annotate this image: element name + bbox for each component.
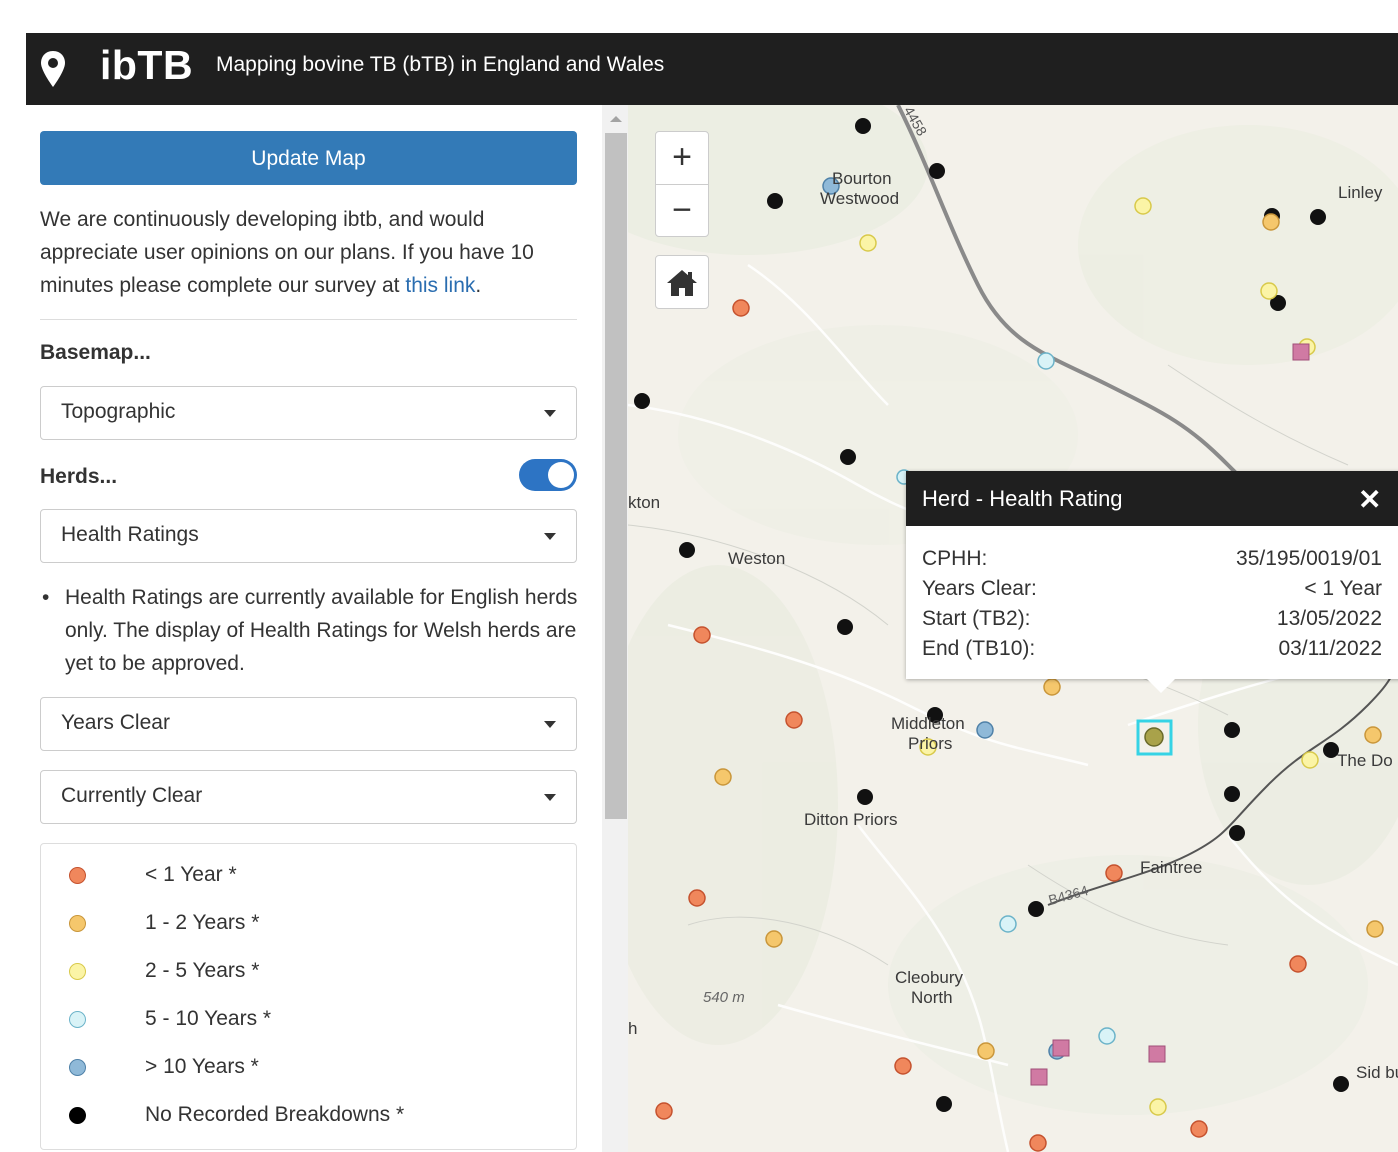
place-label: Middleton bbox=[891, 714, 965, 733]
update-map-button[interactable]: Update Map bbox=[40, 131, 577, 185]
herds-select[interactable]: Health Ratings bbox=[40, 509, 577, 563]
chevron-down-icon bbox=[544, 533, 556, 540]
legend-label: No Recorded Breakdowns * bbox=[145, 1103, 405, 1126]
elevation-label: 540 m bbox=[703, 989, 745, 1006]
popup-row: End (TB10): 03/11/2022 bbox=[922, 637, 1382, 667]
map-pin-icon bbox=[41, 51, 65, 87]
popup-key: Years Clear: bbox=[922, 577, 1037, 600]
sidebar: Update Map We are continuously developin… bbox=[26, 105, 602, 1152]
place-label: h bbox=[628, 1019, 638, 1038]
place-label: Faintree bbox=[1140, 858, 1203, 877]
currently-clear-select[interactable]: Currently Clear bbox=[40, 770, 577, 824]
zoom-out-button[interactable]: − bbox=[656, 185, 708, 237]
place-label: Linley bbox=[1338, 183, 1383, 202]
popup-key: Start (TB2): bbox=[922, 607, 1031, 630]
app-header: ibTB Mapping bovine TB (bTB) in England … bbox=[26, 33, 1398, 105]
legend-swatch bbox=[69, 915, 86, 932]
legend-swatch bbox=[69, 1107, 86, 1124]
basemap-select-value: Topographic bbox=[61, 400, 176, 423]
place-label: Priors bbox=[908, 734, 953, 753]
scroll-up-arrow-icon[interactable] bbox=[610, 116, 622, 122]
divider bbox=[40, 319, 577, 320]
popup-key: CPHH: bbox=[922, 547, 988, 570]
years-clear-select[interactable]: Years Clear bbox=[40, 697, 577, 751]
place-label: North bbox=[911, 988, 953, 1007]
survey-text-end: . bbox=[475, 274, 482, 297]
legend-label: 1 - 2 Years * bbox=[145, 911, 260, 934]
place-label: Weston bbox=[728, 549, 786, 568]
popup-header: Herd - Health Rating ✕ bbox=[906, 471, 1398, 526]
legend-swatch bbox=[69, 1011, 86, 1028]
currently-clear-select-value: Currently Clear bbox=[61, 784, 203, 807]
legend-swatch bbox=[69, 1059, 86, 1076]
place-label: Sid bu bbox=[1356, 1063, 1398, 1082]
legend-label: 5 - 10 Years * bbox=[145, 1007, 272, 1030]
legend-label: > 10 Years * bbox=[145, 1055, 259, 1078]
place-label: Ditton Priors bbox=[804, 810, 898, 829]
popup-key: End (TB10): bbox=[922, 637, 1036, 660]
health-ratings-note: • Health Ratings are currently available… bbox=[42, 581, 582, 680]
legend-item: No Recorded Breakdowns * bbox=[41, 1095, 576, 1139]
legend-label: 2 - 5 Years * bbox=[145, 959, 260, 982]
sidebar-scrollbar[interactable] bbox=[602, 105, 628, 1152]
survey-notice: We are continuously developing ibtb, and… bbox=[40, 203, 580, 302]
popup-value: 13/05/2022 bbox=[1276, 607, 1382, 630]
legend: < 1 Year * 1 - 2 Years * 2 - 5 Years * 5… bbox=[40, 843, 577, 1150]
toggle-knob bbox=[548, 462, 574, 488]
herds-label: Herds... bbox=[40, 465, 118, 488]
popup-value: 03/11/2022 bbox=[1278, 637, 1382, 660]
place-label: The Do bbox=[1337, 751, 1393, 770]
basemap-label: Basemap... bbox=[40, 341, 151, 364]
map[interactable]: Bourton Westwood Linley kton Weston Midd… bbox=[628, 105, 1398, 1152]
popup-row: Start (TB2): 13/05/2022 bbox=[922, 607, 1382, 637]
legend-item: 2 - 5 Years * bbox=[41, 951, 576, 995]
zoom-in-button[interactable]: + bbox=[656, 132, 708, 184]
legend-item: < 1 Year * bbox=[41, 855, 576, 899]
legend-item: > 10 Years * bbox=[41, 1047, 576, 1091]
health-ratings-note-text: Health Ratings are currently available f… bbox=[65, 586, 578, 675]
app-logo: ibTB bbox=[100, 42, 194, 88]
survey-link[interactable]: this link bbox=[405, 274, 475, 297]
close-icon[interactable]: ✕ bbox=[1358, 483, 1381, 516]
chevron-down-icon bbox=[544, 410, 556, 417]
years-clear-select-value: Years Clear bbox=[61, 711, 170, 734]
home-button[interactable] bbox=[655, 255, 709, 309]
legend-item: 5 - 10 Years * bbox=[41, 999, 576, 1043]
chevron-down-icon bbox=[544, 721, 556, 728]
selected-herd bbox=[1136, 719, 1173, 756]
popup-row: Years Clear: < 1 Year bbox=[922, 577, 1382, 607]
app-subtitle: Mapping bovine TB (bTB) in England and W… bbox=[216, 53, 665, 76]
legend-swatch bbox=[69, 867, 86, 884]
popup-title: Herd - Health Rating bbox=[922, 486, 1123, 511]
home-icon bbox=[667, 270, 697, 296]
chevron-down-icon bbox=[544, 794, 556, 801]
zoom-control: + − bbox=[655, 131, 709, 237]
legend-swatch bbox=[69, 963, 86, 980]
popup-row: CPHH: 35/195/0019/01 bbox=[922, 547, 1382, 577]
scrollbar-thumb[interactable] bbox=[605, 133, 627, 819]
popup-pointer bbox=[1147, 679, 1175, 693]
place-label: Bourton bbox=[832, 169, 892, 188]
place-label: Cleobury bbox=[895, 968, 964, 987]
herds-toggle[interactable] bbox=[519, 459, 577, 491]
legend-item: 1 - 2 Years * bbox=[41, 903, 576, 947]
popup-value: < 1 Year bbox=[1304, 577, 1382, 600]
place-label: Westwood bbox=[820, 189, 900, 208]
herds-select-value: Health Ratings bbox=[61, 523, 199, 546]
bullet: • bbox=[42, 586, 50, 609]
popup-value: 35/195/0019/01 bbox=[1236, 547, 1382, 570]
place-label: kton bbox=[628, 493, 661, 512]
basemap-select[interactable]: Topographic bbox=[40, 386, 577, 440]
legend-label: < 1 Year * bbox=[145, 863, 237, 886]
herd-popup: Herd - Health Rating ✕ CPHH: 35/195/0019… bbox=[906, 471, 1398, 679]
